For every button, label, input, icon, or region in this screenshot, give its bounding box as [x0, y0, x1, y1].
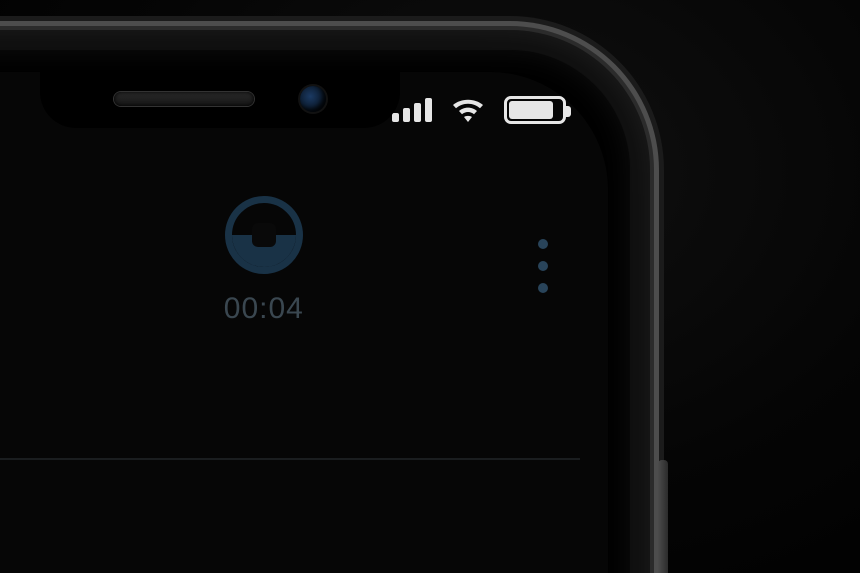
more-options-button[interactable]: [538, 229, 566, 293]
record-control[interactable]: 00:04: [224, 196, 304, 326]
app-content: T 00:04 20 :41 AM CAP: [0, 172, 580, 573]
front-camera: [300, 86, 326, 112]
notch: [40, 70, 400, 128]
recording-meta: 20 :41 AM: [0, 332, 580, 430]
stage: T 00:04 20 :41 AM CAP: [0, 0, 860, 573]
battery-icon: [504, 96, 566, 124]
recording-time: :41 AM: [0, 396, 580, 430]
divider: [0, 458, 580, 460]
side-button: [658, 460, 668, 573]
wifi-icon: [450, 97, 486, 123]
section-label: CAP: [0, 500, 580, 554]
recording-timer: 00:04: [224, 292, 304, 326]
screen: T 00:04 20 :41 AM CAP: [0, 72, 608, 573]
toolbar-row: T 00:04: [0, 172, 580, 332]
phone-frame: T 00:04 20 :41 AM CAP: [0, 30, 650, 573]
phone-bezel: T 00:04 20 :41 AM CAP: [0, 50, 630, 573]
record-icon: [225, 196, 303, 274]
recording-date: 20: [0, 332, 580, 390]
earpiece-speaker: [114, 92, 254, 106]
status-bar-right: [392, 96, 566, 124]
